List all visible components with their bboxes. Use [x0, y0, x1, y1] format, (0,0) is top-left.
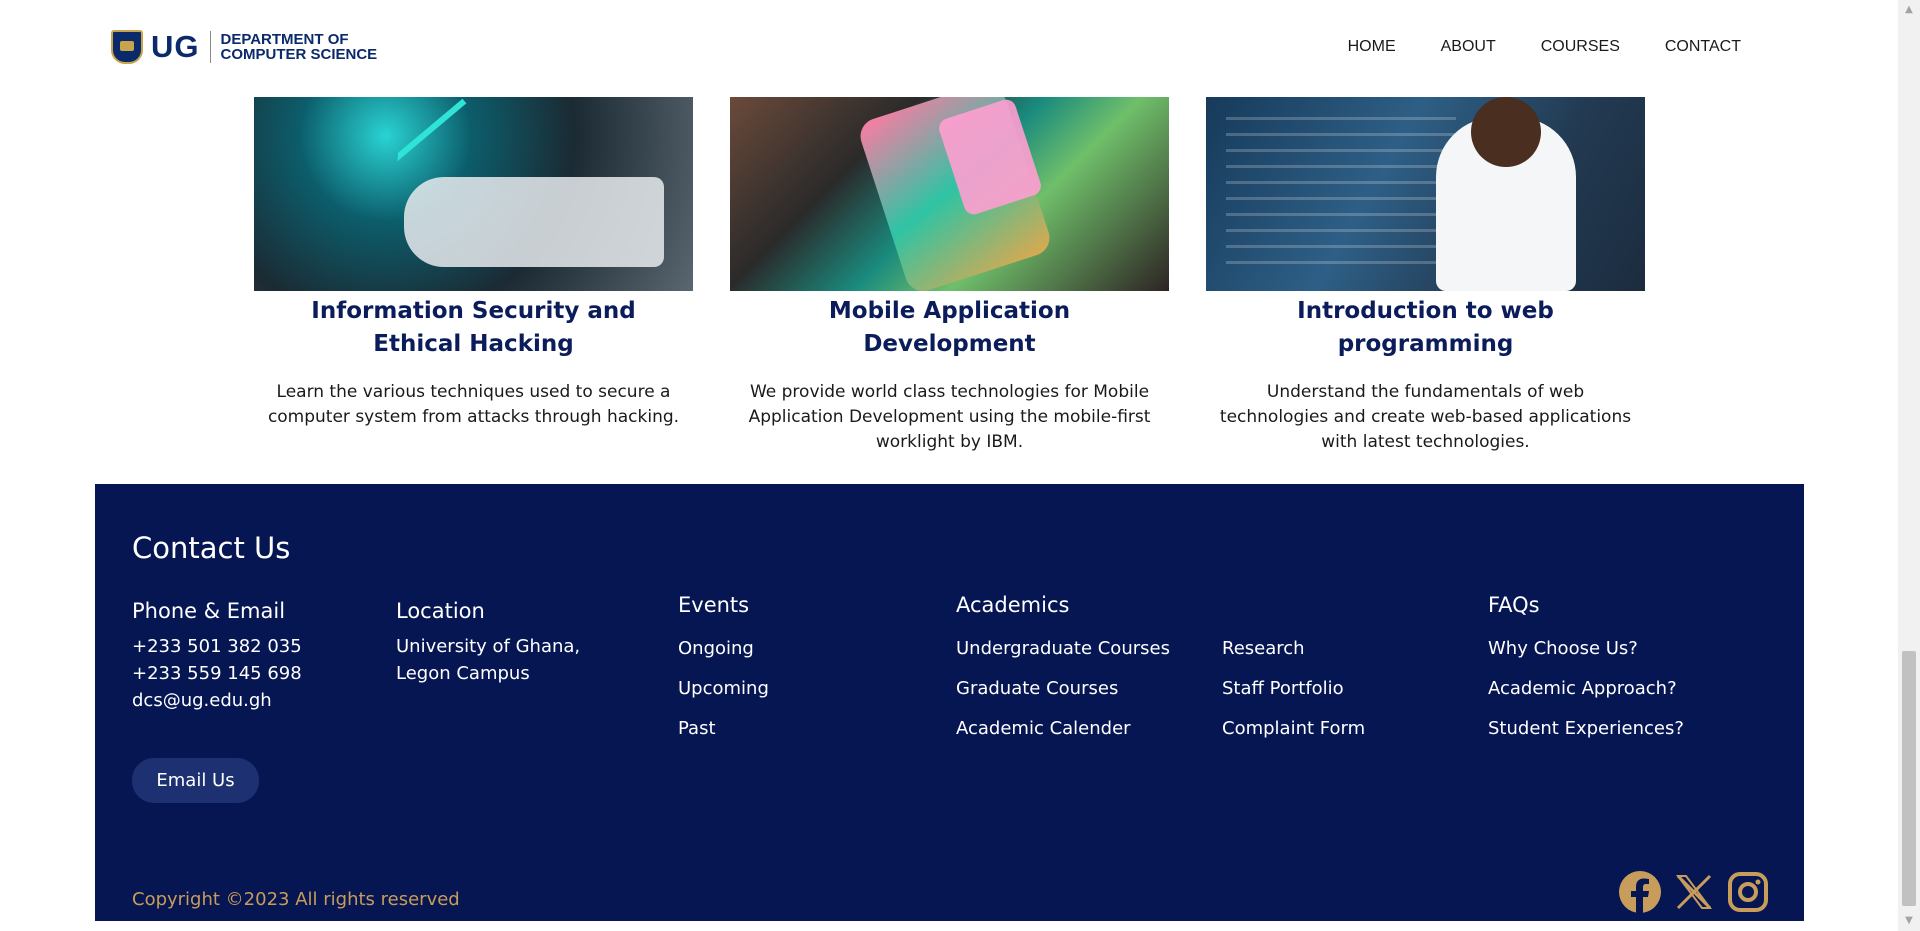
- email-address[interactable]: dcs@ug.edu.gh: [132, 687, 302, 714]
- faq-link-student-experiences[interactable]: Student Experiences?: [1488, 718, 1684, 739]
- faq-link-academic-approach[interactable]: Academic Approach?: [1488, 678, 1677, 699]
- column-heading: Location: [396, 599, 485, 623]
- logo-ug-text: UG: [151, 29, 200, 64]
- faq-link-why-choose[interactable]: Why Choose Us?: [1488, 638, 1638, 659]
- course-image-web: [1206, 97, 1645, 291]
- nav-courses[interactable]: COURSES: [1541, 38, 1620, 56]
- course-description: Learn the various techniques used to sec…: [267, 382, 680, 427]
- events-column: Events Ongoing Upcoming Past: [678, 593, 769, 749]
- social-links: [1618, 870, 1770, 914]
- course-image-security: [254, 97, 693, 291]
- phone-number[interactable]: +233 559 145 698: [132, 660, 302, 687]
- location-column: Location University of Ghana, Legon Camp…: [396, 599, 580, 687]
- footer-title: Contact Us: [132, 531, 291, 565]
- ug-crest-icon: [111, 30, 143, 64]
- ug-logo[interactable]: UG DEPARTMENT OF COMPUTER SCIENCE: [111, 29, 377, 65]
- academics-column-2: Research Staff Portfolio Complaint Form: [1222, 617, 1365, 749]
- location-line: University of Ghana,: [396, 636, 581, 657]
- academics-link-complaint-form[interactable]: Complaint Form: [1222, 718, 1365, 739]
- course-description: Understand the fundamentals of web techn…: [1219, 382, 1632, 452]
- academics-link-staff-portfolio[interactable]: Staff Portfolio: [1222, 678, 1344, 699]
- events-link-ongoing[interactable]: Ongoing: [678, 638, 754, 659]
- main-nav: HOME ABOUT COURSES CONTACT: [1348, 38, 1741, 56]
- course-title: Mobile Application Development: [828, 298, 1071, 357]
- x-icon[interactable]: [1672, 870, 1716, 914]
- academics-link-research[interactable]: Research: [1222, 638, 1305, 659]
- academics-link-graduate[interactable]: Graduate Courses: [956, 678, 1118, 699]
- events-link-upcoming[interactable]: Upcoming: [678, 678, 769, 699]
- logo-dept-line1: DEPARTMENT OF: [220, 31, 349, 48]
- column-heading: FAQs: [1488, 593, 1540, 617]
- logo-divider: [209, 31, 211, 63]
- course-card-security[interactable]: Information Security and Ethical Hacking…: [254, 97, 693, 430]
- course-card-mobile[interactable]: Mobile Application Development We provid…: [730, 97, 1169, 455]
- site-footer: Contact Us Phone & Email +233 501 382 03…: [95, 484, 1804, 921]
- scroll-up-arrow-icon[interactable]: ▲: [1898, 0, 1920, 20]
- scrollbar-thumb[interactable]: [1902, 651, 1916, 906]
- academics-link-calender[interactable]: Academic Calender: [956, 718, 1131, 739]
- column-heading: Academics: [956, 593, 1070, 617]
- course-image-mobile: [730, 97, 1169, 291]
- academics-column: Academics Undergraduate Courses Graduate…: [956, 593, 1170, 749]
- phone-email-column: Phone & Email +233 501 382 035 +233 559 …: [132, 599, 302, 714]
- column-heading: Phone & Email: [132, 599, 286, 623]
- facebook-icon[interactable]: [1618, 870, 1662, 914]
- faqs-column: FAQs Why Choose Us? Academic Approach? S…: [1488, 593, 1684, 749]
- logo-department: DEPARTMENT OF COMPUTER SCIENCE: [221, 32, 378, 62]
- events-link-past[interactable]: Past: [678, 718, 716, 739]
- scroll-down-arrow-icon[interactable]: ▼: [1898, 911, 1920, 931]
- nav-home[interactable]: HOME: [1348, 38, 1396, 56]
- course-card-web[interactable]: Introduction to web programming Understa…: [1206, 97, 1645, 455]
- course-title: Introduction to web programming: [1297, 298, 1554, 357]
- nav-contact[interactable]: CONTACT: [1665, 38, 1741, 56]
- column-heading: Events: [678, 593, 750, 617]
- phone-number[interactable]: +233 501 382 035: [132, 633, 302, 660]
- page-scrollbar[interactable]: ▲ ▼: [1898, 0, 1920, 931]
- location-line: Legon Campus: [396, 663, 530, 684]
- course-title: Information Security and Ethical Hacking: [311, 298, 636, 357]
- copyright-text: Copyright ©2023 All rights reserved: [132, 889, 460, 910]
- academics-link-undergraduate[interactable]: Undergraduate Courses: [956, 638, 1170, 659]
- nav-about[interactable]: ABOUT: [1441, 38, 1496, 56]
- instagram-icon[interactable]: [1726, 870, 1770, 914]
- logo-dept-line2: COMPUTER SCIENCE: [220, 46, 378, 63]
- site-header: UG DEPARTMENT OF COMPUTER SCIENCE HOME A…: [0, 0, 1898, 97]
- course-description: We provide world class technologies for …: [748, 382, 1151, 452]
- email-us-button[interactable]: Email Us: [132, 758, 259, 803]
